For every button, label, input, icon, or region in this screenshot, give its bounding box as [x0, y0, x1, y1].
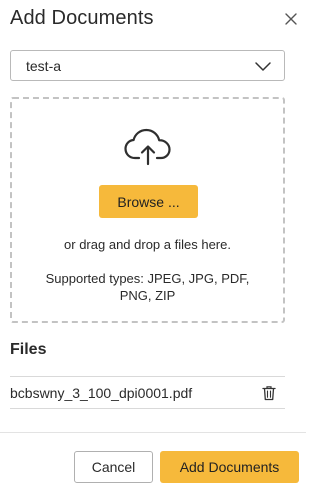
dialog-title: Add Documents — [10, 7, 154, 29]
file-dropzone[interactable]: Browse ... or drag and drop a files here… — [10, 97, 285, 323]
add-documents-button[interactable]: Add Documents — [160, 451, 299, 483]
files-heading: Files — [10, 341, 47, 358]
file-name: bcbswny_3_100_dpi0001.pdf — [10, 384, 193, 401]
collection-select[interactable]: test-a — [10, 50, 285, 81]
trash-icon[interactable] — [262, 385, 276, 401]
chevron-down-icon — [255, 62, 271, 71]
cancel-button[interactable]: Cancel — [74, 451, 153, 483]
browse-button[interactable]: Browse ... — [99, 185, 198, 218]
close-button[interactable] — [280, 8, 302, 30]
file-list-item: bcbswny_3_100_dpi0001.pdf — [10, 376, 285, 409]
add-documents-dialog: Add Documents test-a Browse ... or drag … — [0, 0, 306, 494]
cloud-upload-icon — [124, 128, 171, 166]
drag-drop-hint: or drag and drop a files here. — [64, 237, 231, 252]
footer-divider — [0, 432, 306, 433]
close-icon — [285, 13, 297, 25]
supported-types-text: Supported types: JPEG, JPG, PDF, PNG, ZI… — [45, 271, 250, 303]
collection-select-value: test-a — [26, 57, 62, 74]
